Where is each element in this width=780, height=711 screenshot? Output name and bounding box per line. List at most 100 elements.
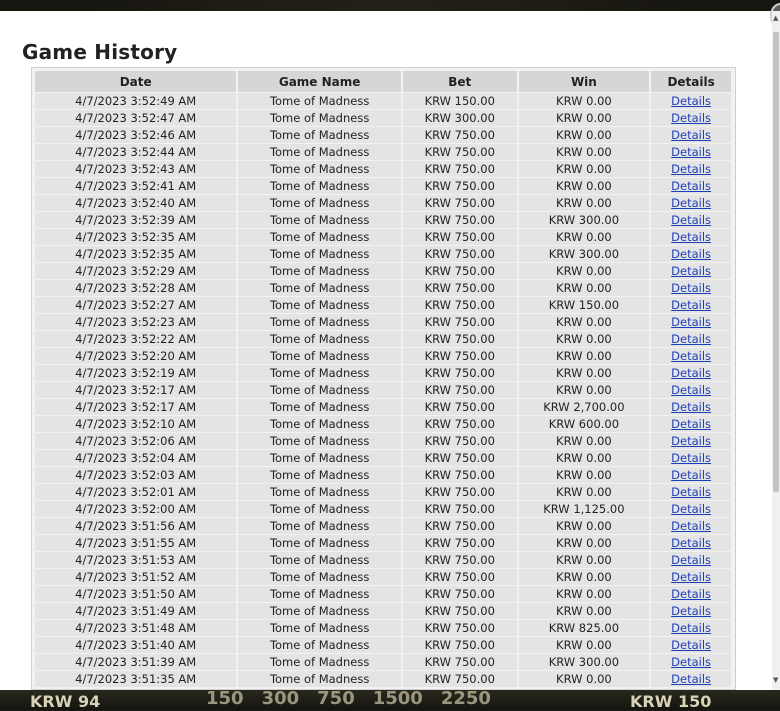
details-link[interactable]: Details xyxy=(671,570,711,584)
details-link[interactable]: Details xyxy=(671,128,711,142)
column-header-date[interactable]: Date xyxy=(35,71,237,92)
details-link[interactable]: Details xyxy=(671,179,711,193)
cell-bet: KRW 750.00 xyxy=(402,161,517,177)
table-row: 4/7/2023 3:52:28 AM Tome of Madness KRW 75… xyxy=(35,280,731,296)
details-link[interactable]: Details xyxy=(671,145,711,159)
details-link[interactable]: Details xyxy=(671,213,711,227)
details-link[interactable]: Details xyxy=(671,434,711,448)
column-header-bet[interactable]: Bet xyxy=(402,71,517,92)
cell-date: 4/7/2023 3:52:41 AM xyxy=(35,178,237,194)
cell-game-name: Tome of Madness xyxy=(238,450,401,466)
cell-date: 4/7/2023 3:51:53 AM xyxy=(35,552,237,568)
details-link[interactable]: Details xyxy=(671,366,711,380)
details-link[interactable]: Details xyxy=(671,247,711,261)
details-link[interactable]: Details xyxy=(671,315,711,329)
details-link[interactable]: Details xyxy=(671,655,711,669)
details-link[interactable]: Details xyxy=(671,162,711,176)
cell-bet: KRW 750.00 xyxy=(402,382,517,398)
details-link[interactable]: Details xyxy=(671,400,711,414)
details-link[interactable]: Details xyxy=(671,536,711,550)
table-row: 4/7/2023 3:51:55 AM Tome of Madness KRW 75… xyxy=(35,535,731,551)
details-link[interactable]: Details xyxy=(671,604,711,618)
cell-details: Details xyxy=(651,348,731,364)
table-row: 4/7/2023 3:52:19 AM Tome of Madness KRW 75… xyxy=(35,365,731,381)
cell-date: 4/7/2023 3:52:27 AM xyxy=(35,297,237,313)
cell-bet: KRW 750.00 xyxy=(402,620,517,636)
cell-game-name: Tome of Madness xyxy=(238,195,401,211)
details-link[interactable]: Details xyxy=(671,281,711,295)
details-link[interactable]: Details xyxy=(671,468,711,482)
scroll-down-arrow-icon[interactable]: ▼ xyxy=(773,676,778,684)
cell-details: Details xyxy=(651,93,731,109)
cell-bet: KRW 750.00 xyxy=(402,331,517,347)
scroll-up-arrow-icon[interactable]: ▲ xyxy=(773,14,778,22)
bet-chip[interactable]: 300 xyxy=(256,688,306,709)
cell-date: 4/7/2023 3:51:52 AM xyxy=(35,569,237,585)
cell-game-name: Tome of Madness xyxy=(238,569,401,585)
bet-chip[interactable]: 2250 xyxy=(435,688,497,709)
history-table-container: Date Game Name Bet Win Details 4/7/2023 … xyxy=(31,67,736,690)
details-link[interactable]: Details xyxy=(671,94,711,108)
details-link[interactable]: Details xyxy=(671,111,711,125)
details-link[interactable]: Details xyxy=(671,230,711,244)
cell-date: 4/7/2023 3:51:50 AM xyxy=(35,586,237,602)
cell-game-name: Tome of Madness xyxy=(238,127,401,143)
cell-game-name: Tome of Madness xyxy=(238,314,401,330)
details-link[interactable]: Details xyxy=(671,672,711,686)
bet-chip[interactable]: 150 xyxy=(200,688,250,709)
cell-details: Details xyxy=(651,110,731,126)
cell-win: KRW 0.00 xyxy=(518,535,650,551)
cell-details: Details xyxy=(651,365,731,381)
details-link[interactable]: Details xyxy=(671,638,711,652)
table-row: 4/7/2023 3:52:17 AM Tome of Madness KRW 75… xyxy=(35,399,731,415)
table-row: 4/7/2023 3:51:56 AM Tome of Madness KRW 75… xyxy=(35,518,731,534)
cell-date: 4/7/2023 3:52:46 AM xyxy=(35,127,237,143)
column-header-game-name[interactable]: Game Name xyxy=(238,71,401,92)
cell-details: Details xyxy=(651,620,731,636)
cell-game-name: Tome of Madness xyxy=(238,331,401,347)
cell-game-name: Tome of Madness xyxy=(238,467,401,483)
cell-date: 4/7/2023 3:52:40 AM xyxy=(35,195,237,211)
column-header-details[interactable]: Details xyxy=(651,71,731,92)
details-link[interactable]: Details xyxy=(671,587,711,601)
cell-details: Details xyxy=(651,399,731,415)
cell-details: Details xyxy=(651,552,731,568)
cell-bet: KRW 750.00 xyxy=(402,314,517,330)
cell-date: 4/7/2023 3:52:20 AM xyxy=(35,348,237,364)
table-row: 4/7/2023 3:52:46 AM Tome of Madness KRW 75… xyxy=(35,127,731,143)
cell-details: Details xyxy=(651,127,731,143)
bet-chip[interactable]: 750 xyxy=(311,688,361,709)
bet-chip[interactable]: 1500 xyxy=(367,688,429,709)
cell-win: KRW 0.00 xyxy=(518,603,650,619)
cell-details: Details xyxy=(651,161,731,177)
cell-win: KRW 0.00 xyxy=(518,178,650,194)
details-link[interactable]: Details xyxy=(671,553,711,567)
cell-game-name: Tome of Madness xyxy=(238,603,401,619)
cell-game-name: Tome of Madness xyxy=(238,399,401,415)
cell-game-name: Tome of Madness xyxy=(238,433,401,449)
scrollbar-thumb[interactable] xyxy=(773,32,779,492)
cell-game-name: Tome of Madness xyxy=(238,484,401,500)
details-link[interactable]: Details xyxy=(671,451,711,465)
details-link[interactable]: Details xyxy=(671,519,711,533)
column-header-win[interactable]: Win xyxy=(518,71,650,92)
table-row: 4/7/2023 3:51:49 AM Tome of Madness KRW 75… xyxy=(35,603,731,619)
details-link[interactable]: Details xyxy=(671,332,711,346)
cell-bet: KRW 750.00 xyxy=(402,263,517,279)
table-row: 4/7/2023 3:52:39 AM Tome of Madness KRW 75… xyxy=(35,212,731,228)
details-link[interactable]: Details xyxy=(671,264,711,278)
table-body: 4/7/2023 3:52:49 AM Tome of Madness KRW 15… xyxy=(35,93,731,687)
cell-date: 4/7/2023 3:52:47 AM xyxy=(35,110,237,126)
details-link[interactable]: Details xyxy=(671,485,711,499)
details-link[interactable]: Details xyxy=(671,349,711,363)
details-link[interactable]: Details xyxy=(671,621,711,635)
details-link[interactable]: Details xyxy=(671,383,711,397)
cell-details: Details xyxy=(651,212,731,228)
cell-date: 4/7/2023 3:52:35 AM xyxy=(35,246,237,262)
cell-game-name: Tome of Madness xyxy=(238,586,401,602)
cell-win: KRW 0.00 xyxy=(518,144,650,160)
details-link[interactable]: Details xyxy=(671,417,711,431)
details-link[interactable]: Details xyxy=(671,502,711,516)
details-link[interactable]: Details xyxy=(671,298,711,312)
details-link[interactable]: Details xyxy=(671,196,711,210)
